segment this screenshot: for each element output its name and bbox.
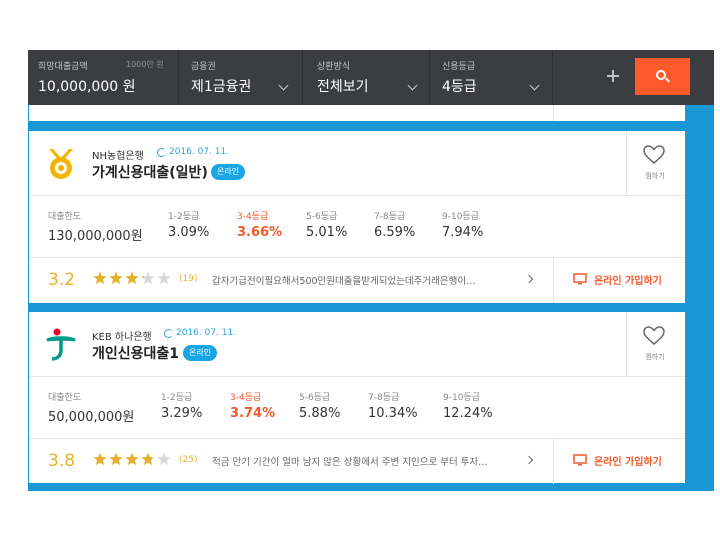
refresh-icon (164, 329, 173, 338)
heart-icon[interactable] (643, 145, 665, 165)
institution-select[interactable]: 금융권 제1금융권 (179, 50, 302, 105)
previous-card-edge (29, 105, 685, 121)
institution-label: 금융권 (191, 62, 216, 72)
amount-filter[interactable]: 희망대출금액 1000만 원 10,000,000 원 (28, 50, 178, 105)
rate-value: 3.09% (168, 225, 210, 240)
star-filled (125, 271, 139, 285)
star-filled (93, 452, 107, 466)
heart-icon[interactable] (643, 326, 665, 346)
grade-label: 7-8등급 (368, 393, 400, 403)
favorite-label[interactable]: 찜하기 (641, 352, 669, 362)
keb-hana-logo-icon (46, 328, 76, 361)
credit-label: 신용등급 (442, 62, 476, 72)
refresh-icon (157, 148, 166, 157)
star-rating (93, 452, 171, 466)
grade-label: 3-4등급 (230, 393, 262, 403)
grade-label: 5-6등급 (306, 212, 338, 222)
institution-value: 제1금융권 (191, 79, 252, 95)
review-count: (25) (179, 455, 198, 465)
credit-select[interactable]: 신용등급 4등급 (430, 50, 552, 105)
filter-bar: 희망대출금액 1000만 원 10,000,000 원 금융권 제1금융권 상환… (28, 50, 714, 105)
rating-score: 3.8 (48, 451, 76, 471)
limit-label: 대출한도 (48, 393, 82, 403)
page: 희망대출금액 1000만 원 10,000,000 원 금융권 제1금융권 상환… (0, 0, 720, 540)
grade-label: 1-2등급 (168, 212, 200, 222)
rate-value: 6.59% (374, 225, 416, 240)
product-name: 개인신용대출1 (92, 346, 180, 362)
divider (29, 195, 685, 196)
online-join-button[interactable]: 온라인 가입하기 (594, 453, 662, 468)
rate-value: 3.29% (161, 406, 203, 421)
online-badge: 온라인 (183, 345, 218, 361)
rate-value: 5.01% (306, 225, 348, 240)
chevron-down-icon (407, 80, 418, 91)
amount-label: 희망대출금액 (38, 62, 88, 72)
divider (553, 258, 554, 303)
update-date: 2016. 07. 11. (169, 147, 230, 157)
chevron-right-icon[interactable] (524, 274, 534, 284)
divider (626, 312, 627, 376)
amount-unit: 1000만 원 (126, 60, 164, 69)
review-snippet[interactable]: 갑자기급전이필요해서500만원대출을받게되었는데주거래은행이… (212, 273, 512, 287)
repayment-label: 상환방식 (317, 62, 351, 72)
grade-label: 9-10등급 (443, 393, 480, 403)
star-filled (109, 271, 123, 285)
star-empty (157, 452, 171, 466)
chevron-right-icon[interactable] (524, 455, 534, 465)
rate-value: 12.24% (443, 406, 493, 421)
bank-name: NH농협은행 (92, 151, 144, 162)
monitor-icon (573, 273, 587, 285)
bank-name: KEB 하나은행 (92, 332, 152, 343)
star-filled (125, 452, 139, 466)
rate-value: 7.94% (442, 225, 484, 240)
divider (29, 257, 685, 258)
divider (553, 439, 554, 484)
grade-label: 5-6등급 (299, 393, 331, 403)
rating-score: 3.2 (48, 270, 76, 290)
amount-value: 10,000,000 원 (38, 79, 136, 95)
rate-value: 5.88% (299, 406, 341, 421)
divider (553, 105, 554, 121)
limit-label: 대출한도 (48, 212, 82, 222)
update-date: 2016. 07. 11. (176, 328, 237, 338)
grade-label: 3-4등급 (237, 212, 269, 222)
search-button[interactable] (635, 58, 690, 95)
divider (552, 50, 553, 105)
chevron-down-icon (529, 80, 540, 91)
divider (29, 438, 685, 439)
loan-card[interactable]: NH농협은행 2016. 07. 11. 가계신용대출(일반) 온라인 찜하기 … (29, 131, 685, 303)
star-empty (157, 271, 171, 285)
rate-value: 3.66% (237, 225, 283, 240)
loan-card[interactable]: KEB 하나은행 2016. 07. 11. 개인신용대출1 온라인 찜하기 대… (29, 312, 685, 484)
online-badge: 온라인 (211, 164, 246, 180)
repayment-select[interactable]: 상환방식 전체보기 (303, 50, 429, 105)
monitor-icon (573, 454, 587, 466)
grade-label: 7-8등급 (374, 212, 406, 222)
online-join-button[interactable]: 온라인 가입하기 (594, 272, 662, 287)
chevron-down-icon (278, 80, 289, 91)
limit-value: 130,000,000원 (48, 229, 143, 244)
grade-label: 1-2등급 (161, 393, 193, 403)
divider (29, 376, 685, 377)
search-icon (665, 77, 670, 83)
product-name: 가계신용대출(일반) (92, 165, 208, 181)
rate-value: 10.34% (368, 406, 418, 421)
review-snippet[interactable]: 적금 만기 기간이 얼마 남지 않은 상황에서 주변 지인으로 부터 투자… (212, 454, 512, 468)
favorite-label[interactable]: 찜하기 (641, 171, 669, 181)
rate-value: 3.74% (230, 406, 276, 421)
star-filled (93, 271, 107, 285)
credit-value: 4등급 (442, 79, 477, 95)
grade-label: 9-10등급 (442, 212, 479, 222)
repayment-value: 전체보기 (317, 79, 369, 95)
review-count: (19) (179, 274, 198, 284)
nh-bank-logo-icon (49, 149, 73, 179)
plus-icon (612, 70, 614, 82)
star-rating (93, 271, 171, 285)
star-filled (109, 452, 123, 466)
divider (626, 131, 627, 195)
limit-value: 50,000,000원 (48, 410, 135, 425)
